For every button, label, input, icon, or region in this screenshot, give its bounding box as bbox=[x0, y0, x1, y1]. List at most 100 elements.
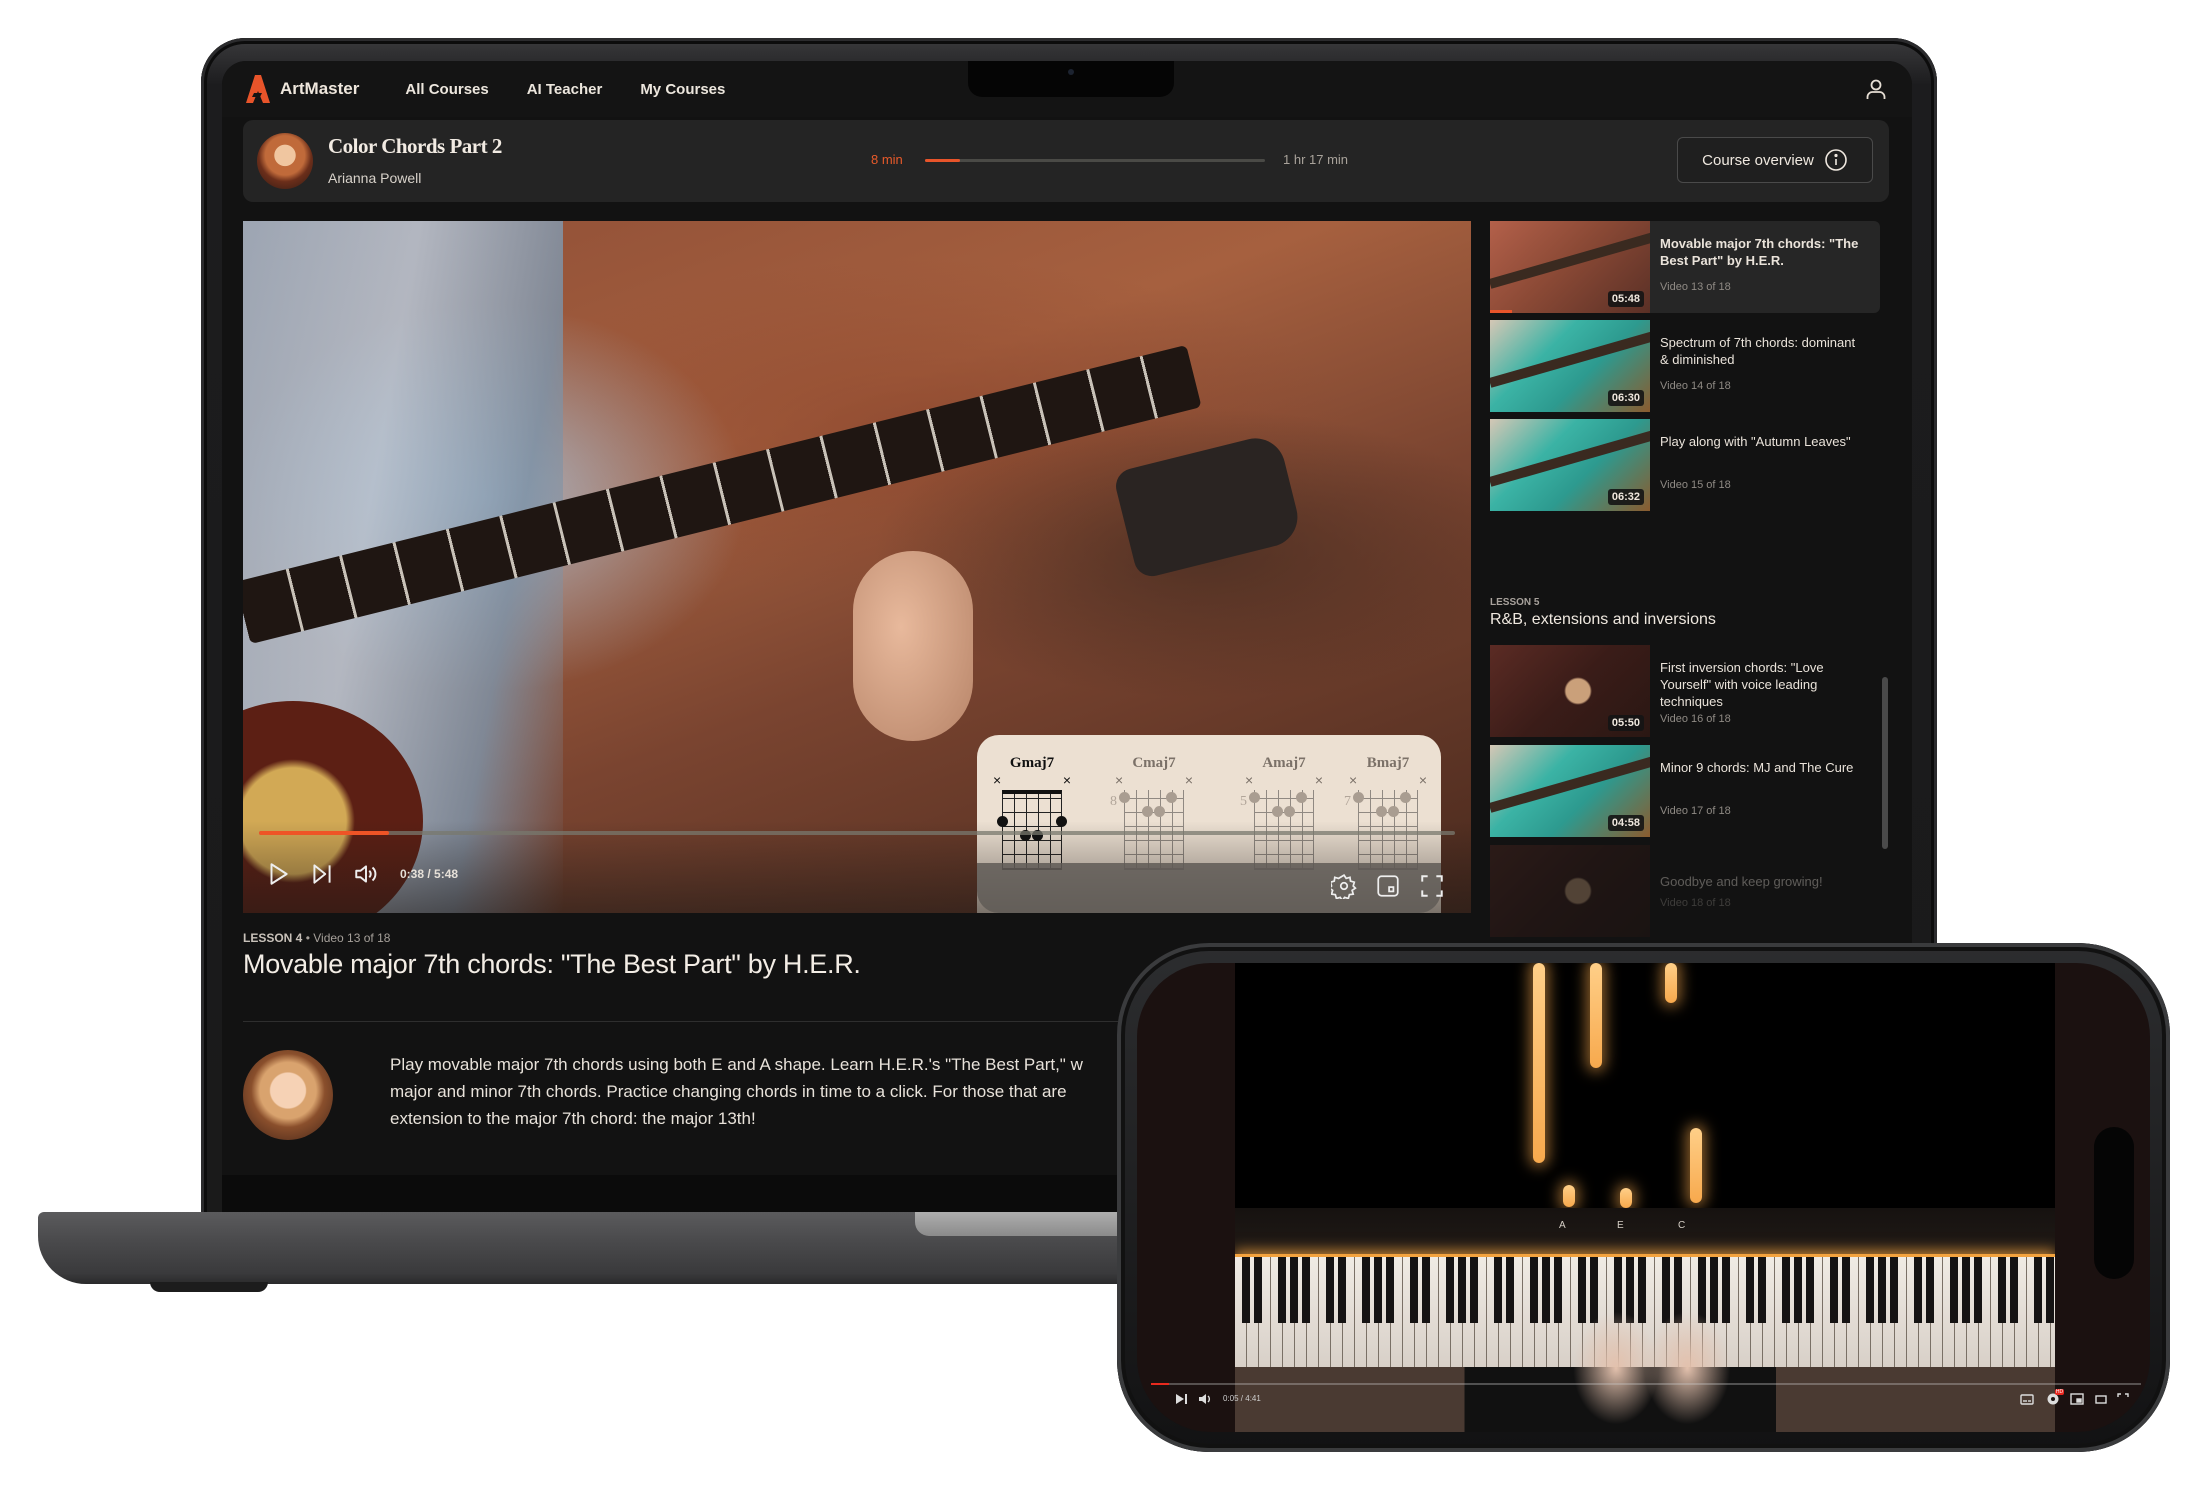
playlist-item-position: Video 15 of 18 bbox=[1660, 479, 1731, 491]
lesson-label: LESSON 4 bbox=[243, 931, 303, 945]
playlist-item[interactable]: 06:30 Spectrum of 7th chords: dominant &… bbox=[1490, 320, 1880, 412]
phone-video-time: 0:05 / 4:41 bbox=[1223, 1394, 1261, 1403]
video-duration: 06:32 bbox=[1607, 489, 1644, 505]
playlist-item-title: Play along with "Autumn Leaves" bbox=[1660, 434, 1851, 449]
lesson-section-label: LESSON 5 bbox=[1490, 597, 1540, 608]
playlist-item[interactable]: 05:50 First inversion chords: "Love Your… bbox=[1490, 645, 1880, 737]
finger-dot bbox=[1284, 806, 1295, 817]
phone-video-scrubber[interactable] bbox=[1151, 1383, 2141, 1385]
brand-name: ArtMaster bbox=[280, 79, 360, 98]
hd-badge: HD bbox=[2055, 1389, 2064, 1395]
user-account-icon[interactable] bbox=[1864, 77, 1888, 101]
phone-dynamic-island bbox=[2094, 1127, 2134, 1279]
chord-name: Amaj7 bbox=[1262, 755, 1306, 771]
playlist-item[interactable]: 04:58 Minor 9 chords: MJ and The Cure Vi… bbox=[1490, 745, 1880, 837]
fullscreen-icon[interactable] bbox=[1419, 873, 1445, 899]
video-duration: 04:58 bbox=[1607, 815, 1644, 831]
key-label-bar bbox=[1235, 1208, 2055, 1254]
course-progress-bar bbox=[925, 159, 1265, 162]
chord-name: Bmaj7 bbox=[1366, 755, 1410, 771]
lesson-section-title: R&B, extensions and inversions bbox=[1490, 611, 1716, 628]
play-icon[interactable] bbox=[265, 861, 291, 887]
fullscreen-icon[interactable] bbox=[2115, 1391, 2131, 1407]
playlist-item-title: Goodbye and keep growing! bbox=[1660, 874, 1823, 889]
theater-mode-icon[interactable] bbox=[2093, 1391, 2109, 1407]
key-label: C bbox=[1678, 1220, 1686, 1231]
playlist-item-title: Minor 9 chords: MJ and The Cure bbox=[1660, 760, 1854, 775]
playlist-item-position: Video 17 of 18 bbox=[1660, 805, 1731, 817]
phone-video-player[interactable]: A E C bbox=[1235, 963, 2055, 1432]
chord-name: Cmaj7 bbox=[1132, 755, 1176, 771]
falling-note bbox=[1665, 963, 1677, 1003]
lesson-position: Video 13 of 18 bbox=[313, 931, 391, 945]
falling-note bbox=[1620, 1188, 1632, 1208]
info-icon bbox=[1825, 149, 1847, 171]
skip-next-icon[interactable] bbox=[1173, 1391, 1189, 1407]
brand-logo[interactable]: ArtMaster bbox=[246, 75, 359, 103]
video-thumbnail: 04:58 bbox=[1490, 745, 1650, 837]
video-scrubber[interactable] bbox=[259, 831, 1455, 835]
falling-note bbox=[1533, 963, 1545, 1163]
finger-dot bbox=[1249, 792, 1260, 803]
finger-dot bbox=[1376, 806, 1387, 817]
course-header: Color Chords Part 2 Arianna Powell 8 min… bbox=[243, 120, 1889, 202]
video-controls: 0:38 / 5:48 bbox=[243, 821, 1471, 913]
video-player[interactable]: Gmaj7 × × Cmaj7 × × 8 Amaj7 × × 5 Bmaj7 … bbox=[243, 221, 1471, 913]
thumbnail-watch-progress bbox=[1490, 310, 1513, 313]
nav-ai-teacher[interactable]: AI Teacher bbox=[527, 81, 603, 98]
finger-dot bbox=[1296, 792, 1307, 803]
nav-my-courses[interactable]: My Courses bbox=[640, 81, 725, 98]
artmaster-logo-icon bbox=[246, 75, 270, 103]
picture-in-picture-icon[interactable] bbox=[1375, 873, 1401, 899]
chord-name: Gmaj7 bbox=[1009, 755, 1055, 771]
mute-icon: × bbox=[993, 772, 1002, 788]
key-label: A bbox=[1559, 1220, 1566, 1231]
course-overview-button[interactable]: Course overview bbox=[1677, 137, 1873, 183]
video-thumbnail: 06:30 bbox=[1490, 320, 1650, 412]
picture-in-picture-icon[interactable] bbox=[2069, 1391, 2085, 1407]
falling-note bbox=[1590, 963, 1602, 1068]
finger-dot bbox=[1272, 806, 1283, 817]
course-author: Arianna Powell bbox=[328, 170, 422, 186]
playlist-item[interactable]: 06:32 Play along with "Autumn Leaves" Vi… bbox=[1490, 419, 1880, 511]
video-frame-hand bbox=[853, 551, 973, 741]
playlist-scrollbar[interactable] bbox=[1882, 677, 1888, 849]
course-progress-total: 1 hr 17 min bbox=[1283, 152, 1349, 167]
playlist-item-position: Video 18 of 18 bbox=[1660, 897, 1731, 909]
laptop-notch bbox=[968, 61, 1174, 97]
finger-dot bbox=[1142, 806, 1153, 817]
video-duration: 05:48 bbox=[1607, 291, 1644, 307]
skip-next-icon[interactable] bbox=[309, 861, 335, 887]
playlist-item-title: Movable major 7th chords: "The Best Part… bbox=[1660, 236, 1859, 268]
video-thumbnail bbox=[1490, 845, 1650, 937]
lesson-meta: LESSON 4 • Video 13 of 18 bbox=[243, 931, 390, 945]
webcam-icon bbox=[1068, 69, 1074, 75]
playlist-sidebar: 05:48 Movable major 7th chords: "The Bes… bbox=[1490, 221, 1890, 1001]
falling-note bbox=[1563, 1185, 1575, 1207]
phone-screen: A E C 0:05 / 4:41 HD bbox=[1137, 963, 2150, 1432]
lesson-title: Movable major 7th chords: "The Best Part… bbox=[243, 949, 861, 979]
laptop-lid-opening bbox=[915, 1212, 1135, 1236]
fret-number: 7 bbox=[1344, 794, 1351, 809]
video-thumbnail: 06:32 bbox=[1490, 419, 1650, 511]
video-scrubber-fill bbox=[259, 831, 390, 835]
playlist-item-active[interactable]: 05:48 Movable major 7th chords: "The Bes… bbox=[1490, 221, 1880, 313]
video-duration: 06:30 bbox=[1607, 390, 1644, 406]
fret-number: 5 bbox=[1240, 794, 1247, 809]
course-progress-fill bbox=[925, 159, 961, 162]
playlist-item-title: First inversion chords: "Love Yourself" … bbox=[1660, 660, 1824, 709]
settings-gear-icon[interactable] bbox=[1331, 873, 1357, 899]
controls-overlay bbox=[977, 863, 1441, 913]
video-time: 0:38 / 5:48 bbox=[400, 867, 459, 881]
nav-all-courses[interactable]: All Courses bbox=[405, 81, 488, 98]
captions-icon[interactable] bbox=[2019, 1391, 2035, 1407]
volume-icon[interactable] bbox=[353, 861, 379, 887]
playlist-item-position: Video 16 of 18 bbox=[1660, 713, 1731, 725]
fret-number: 8 bbox=[1110, 794, 1117, 809]
playlist-item[interactable]: Goodbye and keep growing! Video 18 of 18 bbox=[1490, 845, 1880, 937]
course-progress-elapsed: 8 min bbox=[871, 152, 903, 167]
volume-icon[interactable] bbox=[1197, 1391, 1213, 1407]
mute-icon: × bbox=[1349, 772, 1358, 788]
mute-icon: × bbox=[1062, 772, 1071, 788]
key-label: E bbox=[1617, 1220, 1624, 1231]
